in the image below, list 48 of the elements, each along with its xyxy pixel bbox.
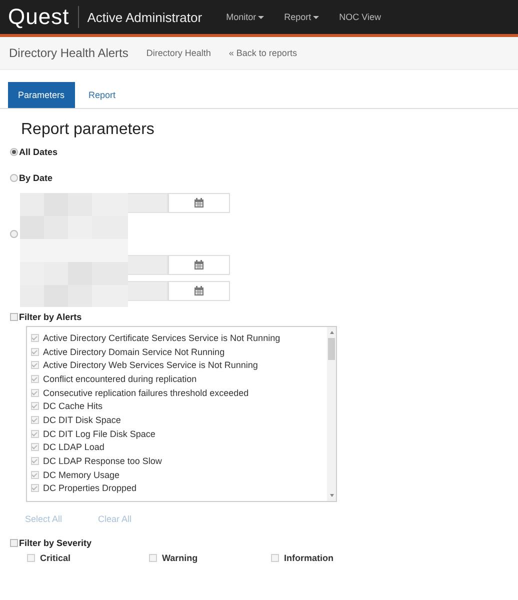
calendar-icon	[194, 198, 204, 208]
alert-label: DC LDAP Load	[43, 442, 104, 452]
calendar-icon	[194, 260, 204, 270]
alert-label: Active Directory Certificate Services Service is Not Running	[43, 332, 280, 343]
tab[interactable]: Report	[78, 82, 126, 108]
calendar-button[interactable]	[168, 281, 230, 301]
tab[interactable]: Parameters	[8, 82, 75, 108]
radio-button[interactable]	[10, 230, 18, 238]
radio-button[interactable]	[10, 174, 18, 182]
menu-item[interactable]: NOC View	[339, 12, 381, 22]
page-title: Directory Health Alerts	[9, 46, 128, 60]
category-link[interactable]: Directory Health	[146, 48, 211, 58]
calendar-icon	[194, 286, 204, 296]
alert-label: Active Directory Domain Service Not Running	[43, 346, 225, 357]
radio-button[interactable]	[10, 148, 18, 156]
alert-label: Conflict encountered during replication	[43, 374, 197, 384]
alert-label: DC DIT Disk Space	[43, 414, 121, 425]
option-label: Warning	[162, 553, 198, 563]
product-name: Active Administrator	[87, 10, 202, 24]
scrollbar[interactable]	[327, 327, 336, 501]
alert-label: DC Properties Dropped	[43, 483, 137, 494]
back-link[interactable]: « Back to reports	[228, 48, 297, 58]
date-field[interactable]	[128, 193, 168, 213]
alert-label: DC Memory Usage	[43, 470, 120, 480]
calendar-button[interactable]	[168, 193, 230, 213]
option-label: By Date	[19, 173, 53, 183]
section-heading: Report parameters	[21, 121, 156, 139]
option-label: All Dates	[19, 147, 58, 157]
alert-label: DC LDAP Response too Slow	[43, 456, 162, 466]
menu-item[interactable]: Report	[284, 12, 320, 22]
alert-label: DC DIT Log File Disk Space	[43, 428, 156, 439]
logo: Quest	[8, 6, 80, 28]
calendar-button[interactable]	[168, 255, 230, 275]
filter-label: Filter by Alerts	[19, 312, 82, 322]
alert-label: DC Cache Hits	[43, 401, 103, 412]
option-label: Critical	[40, 553, 71, 563]
alert-label: Active Directory Web Services Service is Not Running	[43, 360, 258, 370]
scroll-up-icon[interactable]	[330, 331, 334, 334]
checkbox[interactable]	[10, 313, 18, 321]
date-field[interactable]	[128, 281, 168, 301]
checkbox[interactable]	[10, 539, 18, 547]
alert-label: Consecutive replication failures threshold exceeded	[43, 388, 249, 398]
scroll-thumb[interactable]	[328, 338, 335, 360]
date-field[interactable]	[128, 255, 168, 275]
option-label: Information	[284, 553, 334, 563]
menu-item[interactable]: Monitor	[226, 12, 264, 22]
scroll-down-icon[interactable]	[330, 494, 334, 497]
filter-label: Filter by Severity	[19, 538, 92, 548]
